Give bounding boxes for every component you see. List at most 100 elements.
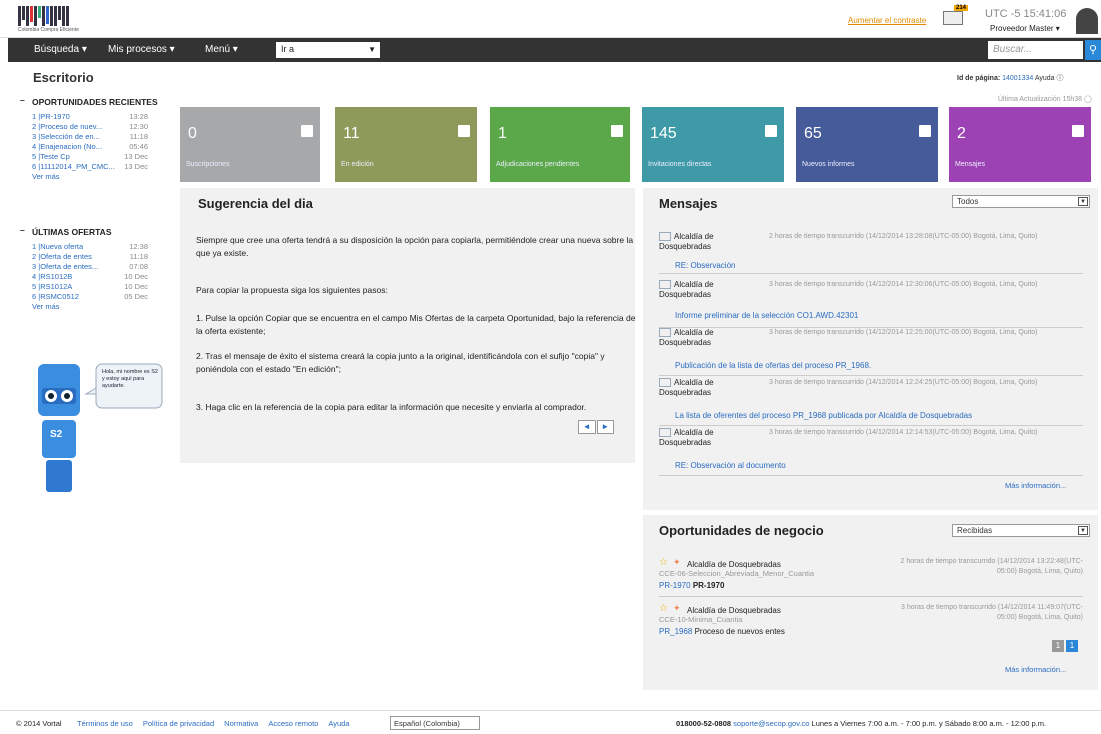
offers-more-link[interactable]: Ver más — [32, 302, 148, 311]
footer-link-help[interactable]: Ayuda — [328, 719, 349, 728]
opportunity-row[interactable]: ☆ ✦ Alcaldía de Dosquebradas CCE-10-Mini… — [659, 603, 1083, 643]
suggestion-p3: 1. Pulse la opción Copiar que se encuent… — [196, 313, 636, 336]
list-item[interactable]: 2 |Oferta de entes 11:18 — [32, 252, 148, 262]
tile-en-edicion[interactable]: 11 En edición — [335, 107, 477, 182]
latest-offers-title: ÚLTIMAS OFERTAS — [20, 225, 112, 237]
opportunity-entity: Alcaldía de Dosquebradas — [687, 606, 781, 615]
mail-badge: 214 — [953, 5, 968, 11]
tile-suscripciones[interactable]: 0 Suscripciones — [180, 107, 320, 182]
message-time: 3 horas de tiempo transcurrido (14/12/20… — [769, 379, 1038, 386]
chevron-down-icon: ▼ — [1078, 197, 1088, 206]
prev-arrow-icon[interactable]: ◄ — [578, 420, 596, 434]
list-item[interactable]: 4 |RS1012B 10 Dec — [32, 272, 148, 282]
opportunity-ref-link[interactable]: PR_1968 — [659, 627, 692, 636]
suggestion-pager: ◄ ► — [578, 420, 614, 434]
suggestion-p4: 2. Tras el mensaje de éxito el sistema c… — [196, 351, 605, 374]
opportunities-filter-select[interactable]: Recibidas ▼ — [952, 524, 1090, 537]
list-item[interactable]: 2 |Proceso de nuev... 12:30 — [32, 122, 148, 132]
message-subject[interactable]: La lista de oferentes del proceso PR_196… — [675, 411, 972, 420]
suggestion-p2: Para copiar la propuesta siga los siguie… — [196, 285, 388, 295]
assistant-robot[interactable]: Hola, mi nombre es S2 y estoy aquí para … — [36, 362, 166, 497]
tile-mensajes[interactable]: 2 Mensajes — [949, 107, 1091, 182]
mail-icon[interactable]: 214 — [943, 5, 968, 25]
footer-link-privacy[interactable]: Política de privacidad — [143, 719, 214, 728]
message-subject[interactable]: RE: Observación al documento — [675, 461, 786, 470]
footer-link-remote[interactable]: Acceso remoto — [268, 719, 318, 728]
list-item-date: 11:18 — [129, 132, 148, 141]
list-item[interactable]: 3 |Selección de en... 11:18 — [32, 132, 148, 142]
tile-label: Invitaciones directas — [648, 161, 712, 168]
opportunities-panel: Oportunidades de negocio Recibidas ▼ ☆ ✦ … — [643, 515, 1098, 690]
star-icon[interactable]: ☆ — [659, 557, 668, 568]
message-from: Alcaldía de Dosquebradas — [659, 428, 739, 448]
next-arrow-icon[interactable]: ► — [596, 420, 614, 434]
list-item[interactable]: 5 |Teste Cp 13 Dec — [32, 152, 148, 162]
opportunity-code: CCE-06-Seleccion_Abreviada_Menor_Cuantia — [659, 569, 815, 578]
goto-select[interactable]: Ir a ▼ — [276, 42, 380, 58]
opportunity-ref: PR_1968 Proceso de nuevos entes — [659, 627, 785, 636]
list-item[interactable]: 5 |RS1012A 10 Dec — [32, 282, 148, 292]
message-row[interactable]: Alcaldía de Dosquebradas 3 horas de tiem… — [659, 428, 1083, 476]
opportunities-more-link[interactable]: Más información... — [1005, 665, 1066, 674]
pin-icon[interactable]: ✦ — [673, 603, 681, 614]
tile-adjudicaciones[interactable]: 1 Adjudicaciones pendientes — [490, 107, 630, 182]
message-subject[interactable]: RE: Observación — [675, 261, 735, 270]
brand-logo[interactable]: Colombia Compra Eficiente — [18, 6, 104, 34]
list-item-date: 10 Dec — [124, 272, 148, 281]
page-id-label: Id de página: — [957, 75, 1001, 82]
list-item-title: 6 |11112014_PM_CMC... — [32, 162, 115, 171]
role-selector[interactable]: Proveedor Master ▾ — [990, 24, 1060, 33]
star-icon[interactable]: ☆ — [659, 603, 668, 614]
recent-more-link[interactable]: Ver más — [32, 172, 148, 181]
nav-mis-procesos[interactable]: Mis procesos ▾ — [108, 44, 175, 55]
opportunity-time: 3 horas de tiempo transcurrido (14/12/20… — [901, 604, 1083, 621]
list-item[interactable]: 1 |Nueva oferta 12:38 — [32, 242, 148, 252]
language-select[interactable]: Español (Colombia) — [390, 716, 480, 730]
robot-bubble-text: Hola, mi nombre es S2 y estoy aquí para … — [102, 369, 158, 389]
page-id-value[interactable]: 14001334 — [1002, 75, 1033, 82]
box-icon — [611, 125, 623, 137]
pin-icon[interactable]: ✦ — [673, 557, 681, 568]
footer-link-terms[interactable]: Términos de uso — [77, 719, 133, 728]
list-item-title: 6 |RSMC0512 — [32, 292, 79, 301]
messages-more-link[interactable]: Más información... — [1005, 481, 1066, 490]
opportunity-row[interactable]: ☆ ✦ Alcaldía de Dosquebradas CCE-06-Sele… — [659, 557, 1083, 597]
messages-title: Mensajes — [659, 196, 718, 211]
list-item[interactable]: 1 |PR-1970 13:28 — [32, 112, 148, 122]
last-update-text: Última Actualización 15h38 — [998, 96, 1083, 103]
tile-count: 65 — [804, 125, 822, 142]
search-icon[interactable]: ⚲ — [1085, 40, 1101, 60]
opportunity-ref-link[interactable]: PR-1970 — [659, 581, 691, 590]
message-row[interactable]: Alcaldía de Dosquebradas 2 horas de tiem… — [659, 232, 1083, 274]
footer-link-normativa[interactable]: Normativa — [224, 719, 258, 728]
avatar[interactable] — [1076, 8, 1098, 34]
list-item[interactable]: 3 |Oferta de entes... 07:08 — [32, 262, 148, 272]
search-input[interactable]: Buscar... — [988, 41, 1083, 59]
top-header: Colombia Compra Eficiente Aumentar el co… — [0, 0, 1101, 38]
recent-opportunities-list: 1 |PR-1970 13:28 2 |Proceso de nuev... 12:… — [32, 112, 148, 181]
message-time: 3 horas de tiempo transcurrido (14/12/20… — [769, 281, 1038, 288]
page-id: Id de página: 14001334 Ayuda ⓘ — [957, 73, 1064, 83]
contrast-link[interactable]: Aumentar el contraste — [848, 16, 926, 25]
nav-busqueda[interactable]: Búsqueda ▾ — [34, 44, 87, 55]
messages-filter-select[interactable]: Todos ▼ — [952, 195, 1090, 208]
list-item-date: 12:30 — [129, 122, 148, 131]
page-button[interactable]: 1 — [1052, 640, 1064, 652]
message-row[interactable]: Alcaldía de Dosquebradas 3 horas de tiem… — [659, 378, 1083, 426]
page-button-current[interactable]: 1 — [1066, 640, 1078, 652]
message-subject[interactable]: Informe preliminar de la selección CO1.A… — [675, 311, 858, 320]
list-item-date: 05:46 — [129, 142, 148, 151]
message-row[interactable]: Alcaldía de Dosquebradas 3 horas de tiem… — [659, 328, 1083, 376]
chevron-down-icon: ▼ — [368, 45, 376, 54]
list-item[interactable]: 4 |Enajenacion (No... 05:46 — [32, 142, 148, 152]
tile-nuevos-informes[interactable]: 65 Nuevos informes — [796, 107, 938, 182]
list-item[interactable]: 6 |RSMC0512 05 Dec — [32, 292, 148, 302]
list-item[interactable]: 6 |11112014_PM_CMC... 13 Dec — [32, 162, 148, 172]
message-subject[interactable]: Publicación de la lista de ofertas del p… — [675, 361, 871, 370]
help-link[interactable]: Ayuda ⓘ — [1035, 75, 1064, 82]
tile-invitaciones[interactable]: 145 Invitaciones directas — [642, 107, 784, 182]
nav-menu[interactable]: Menú ▾ — [205, 44, 238, 55]
contact-email[interactable]: soporte@secop.gov.co — [733, 719, 809, 728]
box-icon — [458, 125, 470, 137]
message-row[interactable]: Alcaldía de Dosquebradas 3 horas de tiem… — [659, 280, 1083, 328]
